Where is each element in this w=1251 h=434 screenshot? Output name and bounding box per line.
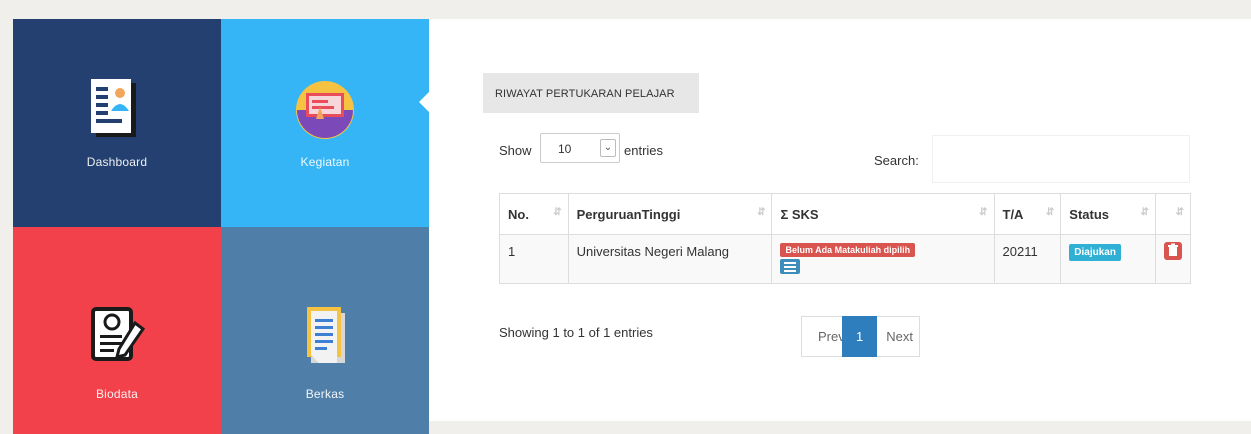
col-header-sks-label: Σ SKS xyxy=(780,206,819,222)
col-header-status[interactable]: Status ⇵ xyxy=(1060,193,1156,235)
table-header-row: No. ⇵ PerguruanTinggi ⇵ Σ SKS ⇵ T/A ⇵ Status… xyxy=(499,193,1192,235)
cell-sks: Belum Ada Matakuliah dipilih xyxy=(771,234,995,284)
trash-icon[interactable] xyxy=(1163,242,1182,260)
sort-icon: ⇵ xyxy=(1045,207,1055,218)
entries-select[interactable]: 10 ⌄ xyxy=(540,133,620,163)
berkas-tile[interactable]: Berkas xyxy=(221,227,429,434)
table-info: Showing 1 to 1 of 1 entries xyxy=(499,325,653,340)
dashboard-tile[interactable]: Dashboard xyxy=(13,19,221,227)
entries-value: 10 xyxy=(558,142,572,156)
sks-status-badge: Belum Ada Matakuliah dipilih xyxy=(780,243,916,257)
biodata-tile[interactable]: Biodata xyxy=(13,227,221,434)
cell-action xyxy=(1154,234,1192,284)
berkas-label: Berkas xyxy=(305,387,345,401)
cell-ta: 20211 xyxy=(993,234,1062,284)
module-tiles: Dashboard Kegiatan Biodata Berkas xyxy=(13,19,429,434)
dashboard-document-icon xyxy=(86,79,148,146)
list-icon[interactable] xyxy=(780,259,801,274)
prev-button[interactable]: Prev xyxy=(801,316,842,357)
pagination: Prev 1 Next xyxy=(801,316,920,357)
search-label: Search: xyxy=(874,153,919,168)
kegiatan-label: Kegiatan xyxy=(300,155,350,169)
biodata-label: Biodata xyxy=(95,387,139,401)
col-header-ta[interactable]: T/A ⇵ xyxy=(993,193,1062,235)
status-badge: Diajukan xyxy=(1069,244,1121,261)
sort-icon: ⇵ xyxy=(979,207,988,218)
cell-status: Diajukan xyxy=(1060,234,1156,284)
cell-no: 1 xyxy=(499,234,569,284)
col-header-status-label: Status xyxy=(1069,206,1110,222)
sort-icon: ⇵ xyxy=(757,207,766,218)
entries-label: entries xyxy=(624,143,664,158)
sort-icon: ⇵ xyxy=(1140,207,1149,218)
col-header-pt-label: PerguruanTinggi xyxy=(576,206,681,222)
col-header-ta-label: T/A xyxy=(1002,206,1024,222)
files-icon xyxy=(297,305,353,372)
profile-form-icon xyxy=(87,305,147,370)
active-tile-pointer xyxy=(419,92,429,112)
table-row: 1 Universitas Negeri Malang Belum Ada Ma… xyxy=(499,234,1192,284)
section-title-tab[interactable]: RIWAYAT PERTUKARAN PELAJAR xyxy=(483,73,699,113)
col-header-sks[interactable]: Σ SKS ⇵ xyxy=(771,193,995,235)
cell-perguruan-tinggi: Universitas Negeri Malang xyxy=(567,234,773,284)
sort-icon: ⇵ xyxy=(1175,207,1184,218)
col-header-no[interactable]: No. ⇵ xyxy=(499,193,569,235)
dashboard-label: Dashboard xyxy=(86,155,148,169)
col-header-perguruan-tinggi[interactable]: PerguruanTinggi ⇵ xyxy=(567,193,773,235)
col-header-no-label: No. xyxy=(508,206,529,222)
kegiatan-tile[interactable]: Kegiatan xyxy=(221,19,429,227)
show-label: Show xyxy=(499,143,532,158)
chevron-down-icon: ⌄ xyxy=(600,139,616,157)
next-button[interactable]: Next xyxy=(877,316,920,357)
page-1-button[interactable]: 1 xyxy=(842,316,878,357)
sort-icon: ⇵ xyxy=(553,207,562,218)
col-header-action[interactable]: ⇵ xyxy=(1154,193,1192,235)
presentation-icon xyxy=(294,79,356,146)
data-table: No. ⇵ PerguruanTinggi ⇵ Σ SKS ⇵ T/A ⇵ Status… xyxy=(499,193,1192,284)
search-input[interactable] xyxy=(932,135,1190,183)
